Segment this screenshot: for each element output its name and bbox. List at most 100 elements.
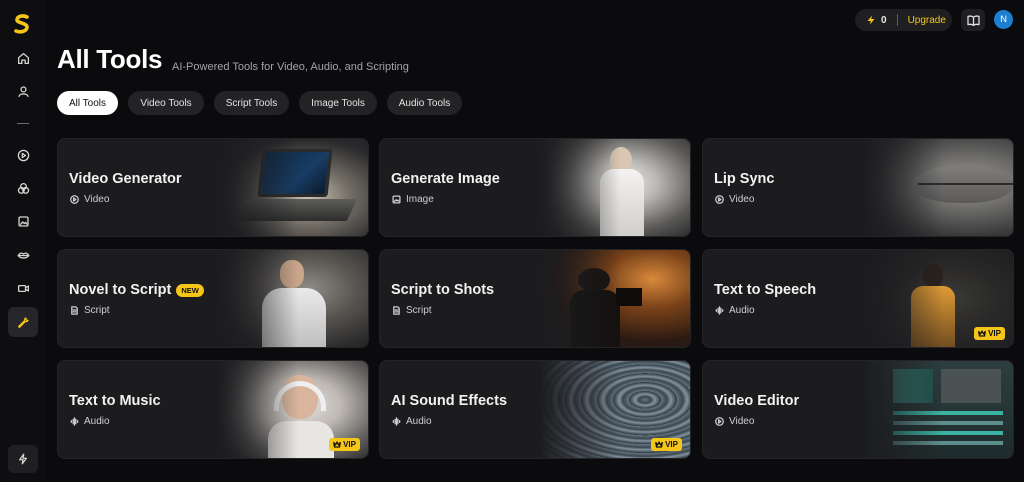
card-fade xyxy=(863,250,943,347)
bolt-icon xyxy=(867,15,875,25)
document-icon xyxy=(393,306,400,315)
tool-card-script-to-shots[interactable]: Script to Shots Script xyxy=(379,249,691,348)
card-fade xyxy=(218,139,298,236)
upgrade-button[interactable]: Upgrade xyxy=(908,15,946,26)
vip-badge: VIP xyxy=(974,327,1005,340)
card-title-text: Text to Music xyxy=(69,393,161,409)
card-category-label: Video xyxy=(729,416,755,427)
tool-card-video-editor[interactable]: Video Editor Video xyxy=(702,360,1014,459)
card-title: Lip Sync xyxy=(714,171,774,187)
sidebar-bolt-button[interactable] xyxy=(8,445,38,473)
tool-card-lip-sync[interactable]: Lip Sync Video xyxy=(702,138,1014,237)
vip-label: VIP xyxy=(665,440,678,449)
sidebar xyxy=(0,0,46,482)
tool-card-novel-to-script[interactable]: Novel to Script NEW Script xyxy=(57,249,369,348)
book-icon xyxy=(966,14,980,26)
vip-label: VIP xyxy=(988,329,1001,338)
card-category: Script xyxy=(70,305,110,316)
tool-card-text-to-speech[interactable]: Text to Speech Audio VIP xyxy=(702,249,1014,348)
card-category: Image xyxy=(392,194,434,205)
app-logo[interactable] xyxy=(10,12,34,36)
tab-script-tools[interactable]: Script Tools xyxy=(214,91,289,115)
audio-wave-icon xyxy=(715,306,724,315)
card-title-text: Novel to Script xyxy=(69,282,172,298)
play-circle-icon xyxy=(715,417,724,426)
page-title: All Tools xyxy=(57,44,163,74)
card-title: Generate Image xyxy=(391,171,500,187)
camera-icon xyxy=(17,284,29,292)
card-fade xyxy=(218,250,298,347)
sidebar-item-tools[interactable] xyxy=(8,307,38,337)
card-fade xyxy=(863,139,943,236)
logo-icon xyxy=(14,14,29,34)
card-category-label: Image xyxy=(406,194,434,205)
tab-video-tools[interactable]: Video Tools xyxy=(128,91,204,115)
image-icon xyxy=(17,215,29,227)
card-title-text: Generate Image xyxy=(391,171,500,187)
card-category: Audio xyxy=(392,416,432,427)
card-category-label: Script xyxy=(406,305,432,316)
home-icon xyxy=(17,52,29,64)
vip-badge: VIP xyxy=(651,438,682,451)
card-category-label: Audio xyxy=(84,416,110,427)
sidebar-item-images[interactable] xyxy=(8,206,38,236)
wrench-icon xyxy=(17,316,29,328)
tool-card-generate-image[interactable]: Generate Image Image xyxy=(379,138,691,237)
image-icon xyxy=(392,195,401,204)
card-fade xyxy=(540,361,620,458)
card-title: Video Editor xyxy=(714,393,799,409)
audio-wave-icon xyxy=(392,417,401,426)
card-fade xyxy=(540,250,620,347)
docs-button[interactable] xyxy=(961,9,985,31)
avatar[interactable]: N xyxy=(994,10,1013,29)
card-title: Script to Shots xyxy=(391,282,494,298)
card-title: Novel to Script NEW xyxy=(69,282,204,298)
card-category: Video xyxy=(715,416,754,427)
tool-card-video-generator[interactable]: Video Generator Video xyxy=(57,138,369,237)
card-category: Script xyxy=(392,305,432,316)
card-category: Audio xyxy=(70,416,110,427)
card-category: Video xyxy=(715,194,754,205)
card-title-text: AI Sound Effects xyxy=(391,393,508,409)
crown-icon xyxy=(655,441,663,448)
card-title-text: Lip Sync xyxy=(714,171,775,187)
sidebar-item-home[interactable] xyxy=(8,43,38,73)
card-category-label: Audio xyxy=(729,305,755,316)
sidebar-item-profile[interactable] xyxy=(8,76,38,106)
credits-count: 0 xyxy=(881,14,887,26)
vip-badge: VIP xyxy=(329,438,360,451)
card-title: AI Sound Effects xyxy=(391,393,507,409)
audio-wave-icon xyxy=(70,417,79,426)
card-category-label: Video xyxy=(84,194,110,205)
bolt-icon xyxy=(19,453,27,465)
card-category: Video xyxy=(70,194,109,205)
sidebar-item-lip-sync[interactable] xyxy=(8,240,38,270)
pill-divider xyxy=(896,14,898,26)
circles-icon xyxy=(17,182,29,194)
tab-audio-tools[interactable]: Audio Tools xyxy=(387,91,462,115)
card-category-label: Script xyxy=(84,305,110,316)
page-subtitle: AI-Powered Tools for Video, Audio, and S… xyxy=(172,61,409,73)
sidebar-item-camera[interactable] xyxy=(8,273,38,303)
tool-card-ai-sound-effects[interactable]: AI Sound Effects Audio VIP xyxy=(379,360,691,459)
card-fade xyxy=(863,361,943,458)
card-title: Text to Music xyxy=(69,393,161,409)
card-title-text: Video Editor xyxy=(714,393,800,409)
tab-image-tools[interactable]: Image Tools xyxy=(299,91,377,115)
credits-pill: 0 Upgrade xyxy=(855,9,952,31)
card-category-label: Video xyxy=(729,194,755,205)
user-icon xyxy=(17,85,29,97)
crown-icon xyxy=(333,441,341,448)
sidebar-divider xyxy=(17,123,29,124)
crown-icon xyxy=(978,330,986,337)
tool-card-text-to-music[interactable]: Text to Music Audio VIP xyxy=(57,360,369,459)
card-title-text: Video Generator xyxy=(69,171,182,187)
play-circle-icon xyxy=(715,195,724,204)
sidebar-item-video[interactable] xyxy=(8,140,38,170)
card-title-text: Text to Speech xyxy=(714,282,817,298)
play-circle-icon xyxy=(17,149,29,161)
tab-all-tools[interactable]: All Tools xyxy=(57,91,118,115)
card-category: Audio xyxy=(715,305,755,316)
card-category-label: Audio xyxy=(406,416,432,427)
sidebar-item-effects[interactable] xyxy=(8,173,38,203)
